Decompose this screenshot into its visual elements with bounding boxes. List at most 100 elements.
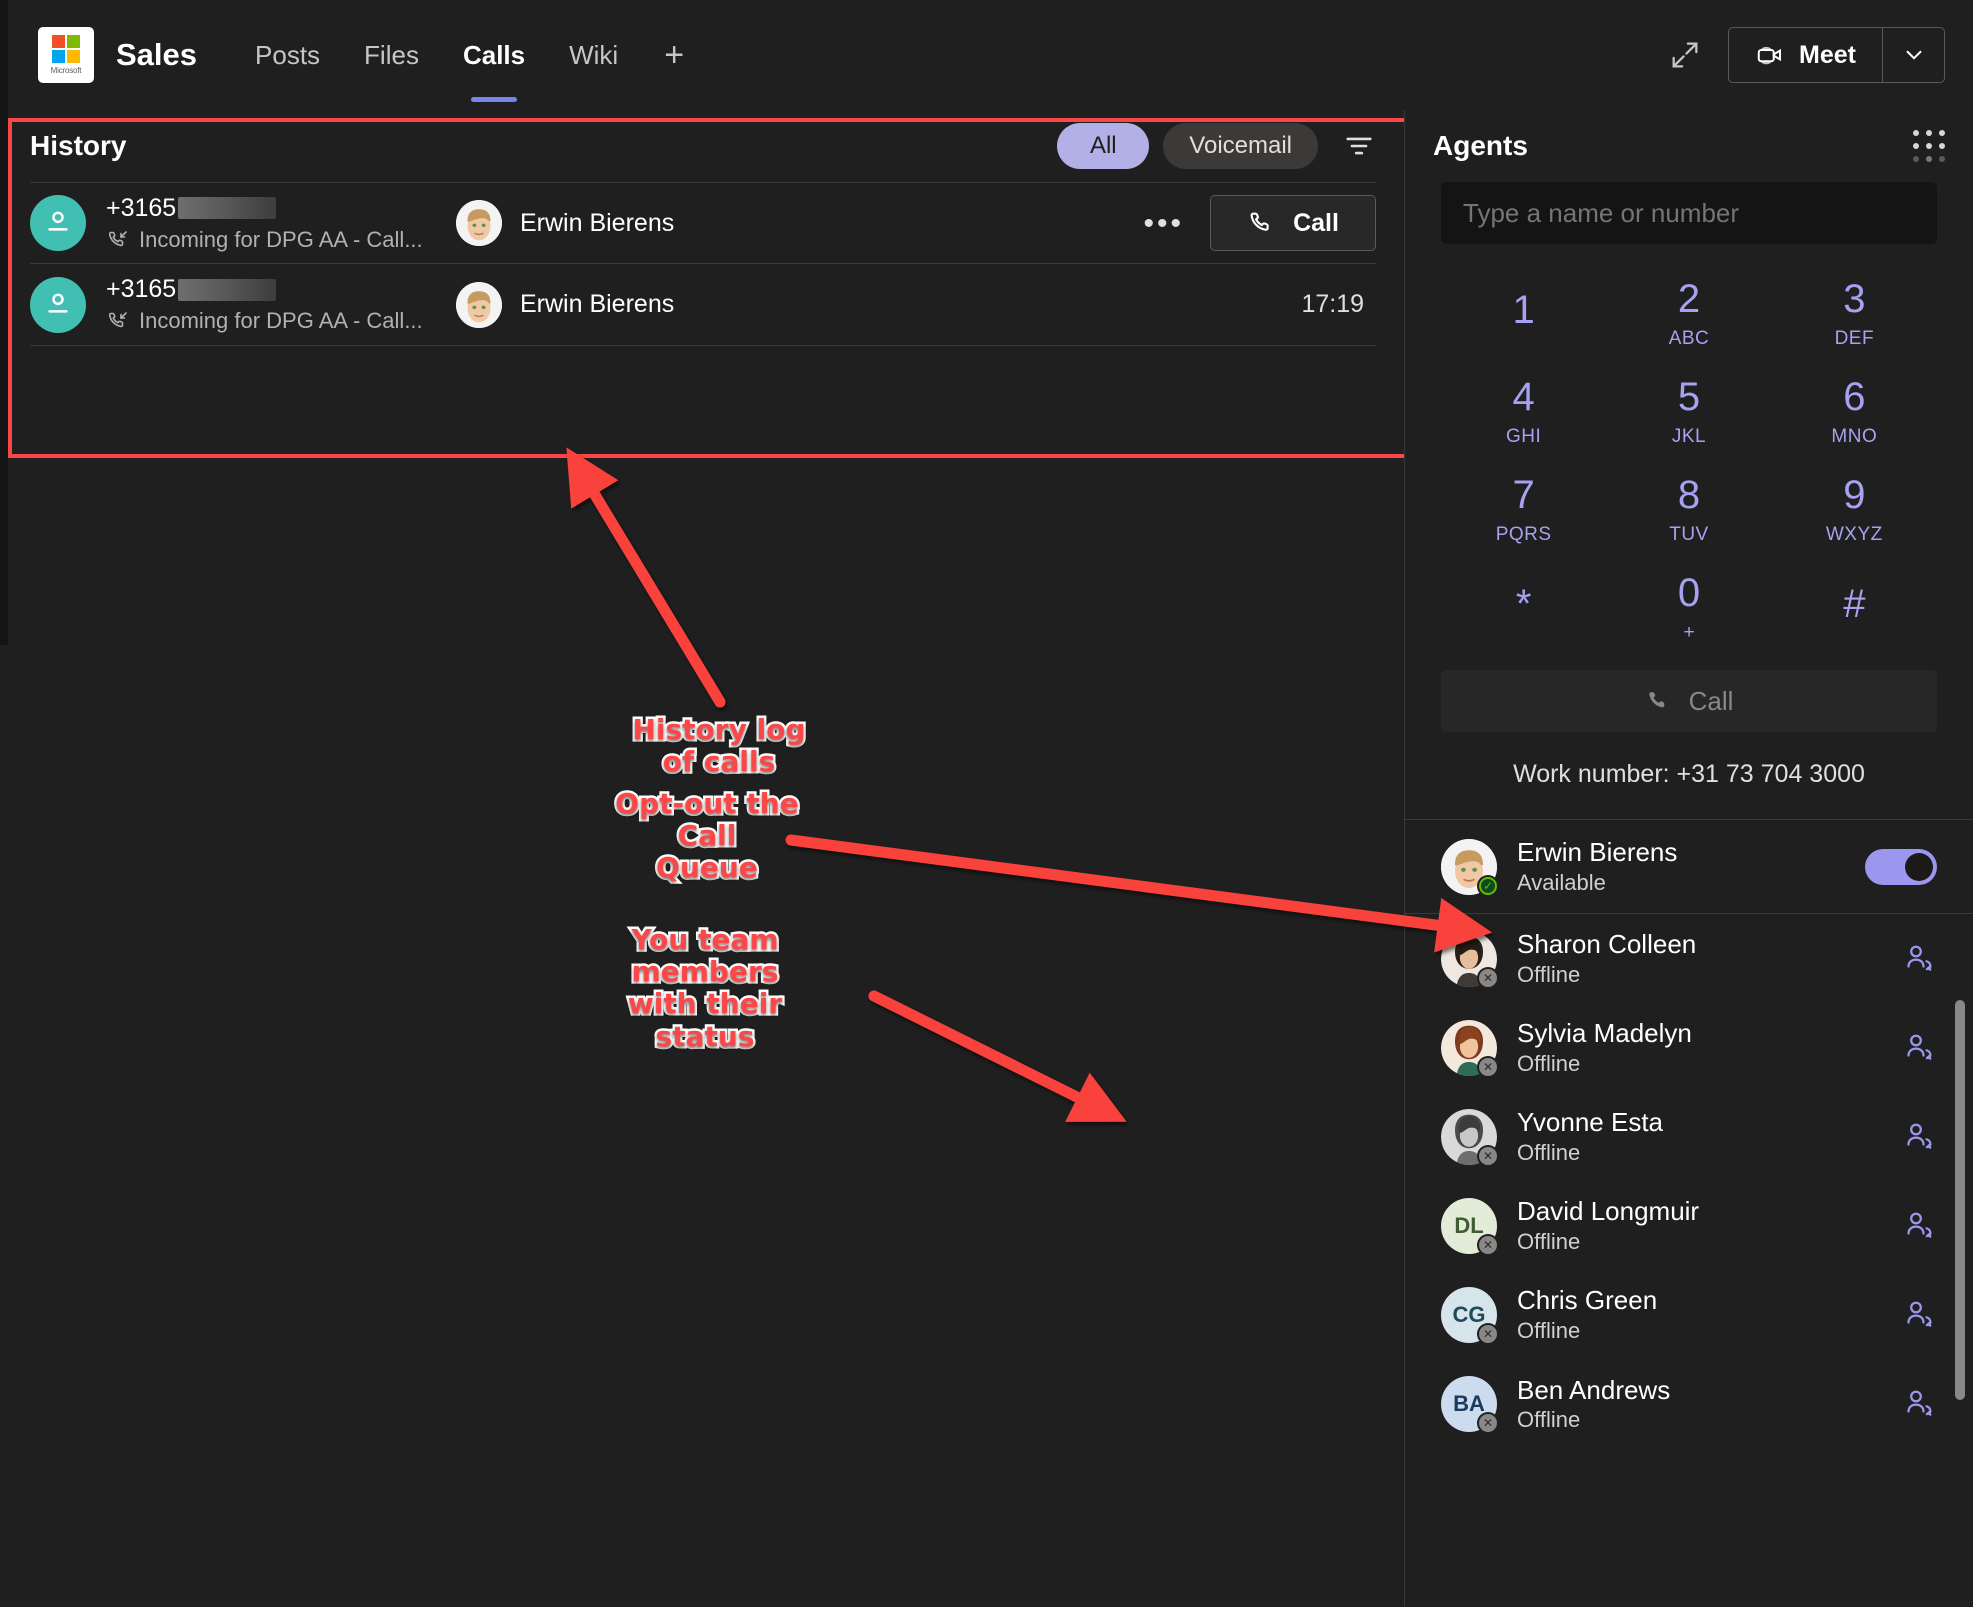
dialpad-key-9-digit: 9 [1843,475,1865,515]
dialpad-key-0[interactable]: 0 + [1606,564,1771,652]
avatar-initials-text: BA [1453,1391,1485,1417]
dialpad-key-hash-digit: # [1843,584,1865,624]
dialpad-key-2[interactable]: 2 ABC [1606,270,1771,358]
person-icon [41,206,75,240]
dialpad-key-3-letters: DEF [1835,328,1875,350]
person-call-icon[interactable] [1901,1386,1937,1422]
filter-pill-voicemail[interactable]: Voicemail [1163,123,1318,169]
history-header: History All Voicemail [8,110,1404,182]
agents-list-scrollbar[interactable] [1955,1000,1965,1400]
filter-lines-icon[interactable] [1342,129,1376,163]
dialpad-key-2-digit: 2 [1678,279,1700,319]
call-history-list: +3165 Incoming for DPG AA - Call... [8,182,1404,346]
dialpad-key-5-letters: JKL [1672,426,1706,448]
dialpad-key-4-digit: 4 [1513,377,1535,417]
microsoft-logo: Microsoft [38,27,94,83]
redaction-block [178,279,276,301]
status-badge: Offline [1517,1050,1692,1079]
dialpad-key-9[interactable]: 9 WXYZ [1772,466,1937,554]
dialpad-key-hash[interactable]: # [1772,564,1937,652]
agent-name: Sylvia Madelyn [1517,1017,1692,1050]
dialpad-key-4[interactable]: 4 GHI [1441,368,1606,456]
agent-name: Sharon Colleen [1517,928,1696,961]
presence-badge-offline: ✕ [1477,1056,1499,1078]
dialpad-key-7-digit: 7 [1513,475,1535,515]
person-call-icon[interactable] [1901,1030,1937,1066]
tab-calls[interactable]: Calls [441,0,547,110]
redaction-block [178,197,276,219]
person-call-icon[interactable] [1901,1208,1937,1244]
overflow-menu-button[interactable]: ••• [1143,216,1184,231]
tab-posts-label: Posts [255,40,320,71]
meet-button-group: Meet [1728,27,1945,83]
person-call-icon[interactable] [1901,941,1937,977]
dialpad-key-8-letters: TUV [1669,524,1709,546]
call-detail: Incoming for DPG AA - Call... [139,227,423,253]
dialpad-key-5-digit: 5 [1678,377,1700,417]
contact-name: Erwin Bierens [520,290,674,319]
dialpad-key-2-letters: ABC [1669,328,1710,350]
search-input[interactable] [1441,182,1937,244]
call-button[interactable]: Call [1210,195,1376,251]
expand-diagonal-icon[interactable] [1668,38,1702,72]
agents-title: Agents [1433,130,1528,162]
dialpad-key-6[interactable]: 6 MNO [1772,368,1937,456]
list-item[interactable]: ✕ Yvonne Esta Offline [1405,1092,1973,1181]
dialpad-key-8[interactable]: 8 TUV [1606,466,1771,554]
meet-dropdown-button[interactable] [1882,28,1944,82]
dialpad-key-6-letters: MNO [1831,426,1877,448]
dialpad-key-3[interactable]: 3 DEF [1772,270,1937,358]
presence-badge-available: ✓ [1477,875,1499,897]
history-title: History [30,130,126,162]
person-call-icon[interactable] [1901,1297,1937,1333]
page-title: Sales [116,37,197,73]
presence-badge-offline: ✕ [1477,1145,1499,1167]
call-button-label: Call [1293,209,1339,238]
person-icon [41,288,75,322]
dialpad-key-8-digit: 8 [1678,475,1700,515]
agent-name: Ben Andrews [1517,1374,1670,1407]
tab-calls-label: Calls [463,40,525,71]
call-queue-opt-toggle[interactable] [1865,849,1937,885]
status-badge: Offline [1517,1317,1657,1346]
person-call-icon[interactable] [1901,1119,1937,1155]
dialpad-key-3-digit: 3 [1843,279,1865,319]
contact-name: Erwin Bierens [520,209,674,238]
dialpad-grid-icon[interactable] [1913,130,1945,162]
status-badge: Offline [1517,1406,1670,1435]
dialpad-key-5[interactable]: 5 JKL [1606,368,1771,456]
dialpad-key-7-letters: PQRS [1496,524,1552,546]
avatar [456,282,502,328]
meet-button[interactable]: Meet [1729,28,1882,82]
list-item[interactable]: CG ✕ Chris Green Offline [1405,1270,1973,1359]
table-row[interactable]: +3165 Incoming for DPG AA - Call... [30,264,1376,346]
agent-name: David Longmuir [1517,1195,1699,1228]
dialpad-call-button[interactable]: Call [1441,670,1937,732]
dialpad-key-0-plus: + [1683,622,1694,644]
agent-self-row[interactable]: ✓ Erwin Bierens Available [1405,820,1973,913]
dialpad-key-4-letters: GHI [1506,426,1541,448]
add-tab-button[interactable]: + [640,38,708,72]
status-badge: Available [1517,869,1677,898]
agents-list: ✕ Sharon Colleen Offline [1405,914,1973,1449]
tab-posts[interactable]: Posts [233,0,342,110]
microsoft-logo-word: Microsoft [51,66,82,75]
dialpad-key-7[interactable]: 7 PQRS [1441,466,1606,554]
table-row[interactable]: +3165 Incoming for DPG AA - Call... [30,182,1376,264]
tab-files[interactable]: Files [342,0,441,110]
tab-files-label: Files [364,40,419,71]
tab-wiki[interactable]: Wiki [547,0,640,110]
list-item[interactable]: DL ✕ David Longmuir Offline [1405,1181,1973,1270]
avatar [456,200,502,246]
dialpad-key-star[interactable]: * [1441,564,1606,652]
list-item[interactable]: BA ✕ Ben Andrews Offline [1405,1360,1973,1449]
list-item[interactable]: ✕ Sylvia Madelyn Offline [1405,1003,1973,1092]
dialpad-key-star-digit: * [1516,584,1532,624]
dialpad-key-1[interactable]: 1 [1441,270,1606,358]
filter-pill-all[interactable]: All [1057,123,1149,169]
chevron-down-icon [1901,42,1927,68]
list-item[interactable]: ✕ Sharon Colleen Offline [1405,914,1973,1003]
agents-header: Agents [1405,110,1973,182]
presence-badge-offline: ✕ [1477,1234,1499,1256]
dialpad-key-6-digit: 6 [1843,377,1865,417]
